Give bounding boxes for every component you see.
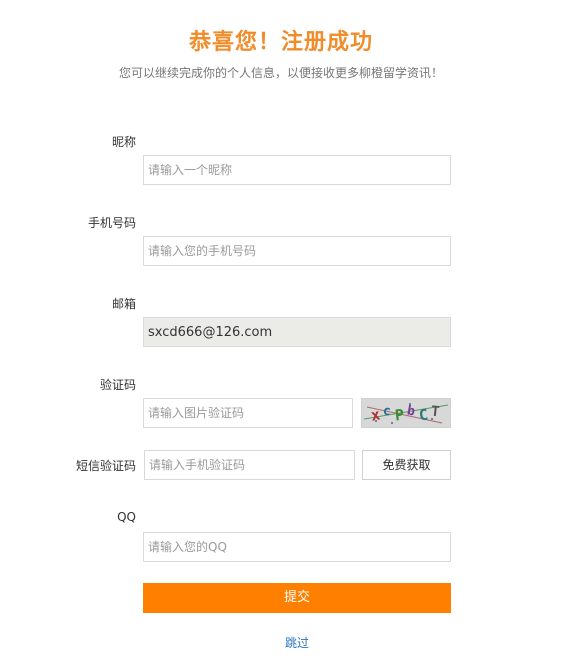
phone-label: 手机号码	[87, 216, 136, 230]
qq-label: QQ	[117, 510, 136, 524]
sms-code-label: 短信验证码	[75, 459, 136, 473]
captcha-label: 验证码	[99, 378, 136, 392]
email-label: 邮箱	[111, 297, 136, 311]
get-sms-code-button[interactable]: 免费获取	[362, 450, 451, 480]
email-input	[143, 317, 451, 347]
sms-code-input[interactable]	[144, 450, 355, 480]
captcha-char: P	[394, 405, 405, 425]
captcha-char: T	[430, 403, 441, 421]
page-title: 恭喜您！注册成功	[188, 30, 373, 55]
submit-button[interactable]: 提交	[143, 583, 451, 613]
nickname-label: 昵称	[111, 135, 136, 149]
skip-link[interactable]: 跳过	[0, 634, 562, 651]
qq-input[interactable]	[143, 532, 451, 562]
nickname-input[interactable]	[143, 155, 451, 185]
captcha-image[interactable]: xcPbCT	[361, 398, 451, 428]
captcha-input[interactable]	[143, 398, 353, 428]
registration-success-page: 恭喜您！注册成功 您可以继续完成你的个人信息，以便接收更多柳橙留学资讯！ 昵称 …	[0, 0, 562, 668]
page-subtitle: 您可以继续完成你的个人信息，以便接收更多柳橙留学资讯！	[118, 66, 443, 80]
phone-input[interactable]	[143, 236, 451, 266]
